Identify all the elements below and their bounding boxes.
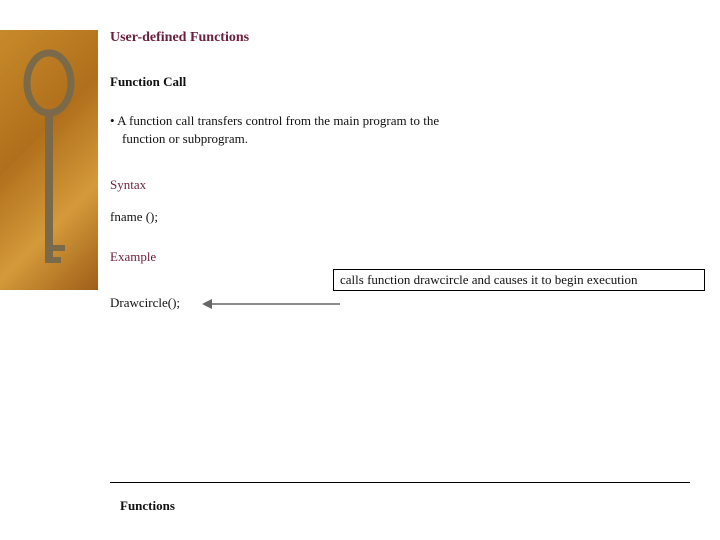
slide-title: User-defined Functions [110,30,710,46]
example-code: Drawcircle(); [110,295,710,311]
example-row: Drawcircle(); calls function drawcircle … [110,281,710,297]
bullet-line-2: function or subprogram. [110,130,710,148]
slide-subtitle: Function Call [110,74,710,90]
bullet-point: • A function call transfers control from… [110,112,710,147]
example-label: Example [110,249,710,265]
key-icon [19,45,79,275]
footer-label: Functions [120,498,175,514]
content-area: User-defined Functions Function Call • A… [110,30,710,297]
slide: User-defined Functions Function Call • A… [0,0,720,540]
example-callout: calls function drawcircle and causes it … [333,269,705,291]
syntax-label: Syntax [110,177,710,193]
footer-divider [110,482,690,483]
bullet-line-1: • A function call transfers control from… [110,112,710,130]
decorative-key-image [0,30,98,290]
syntax-code: fname (); [110,209,710,225]
arrow-icon [202,295,342,313]
